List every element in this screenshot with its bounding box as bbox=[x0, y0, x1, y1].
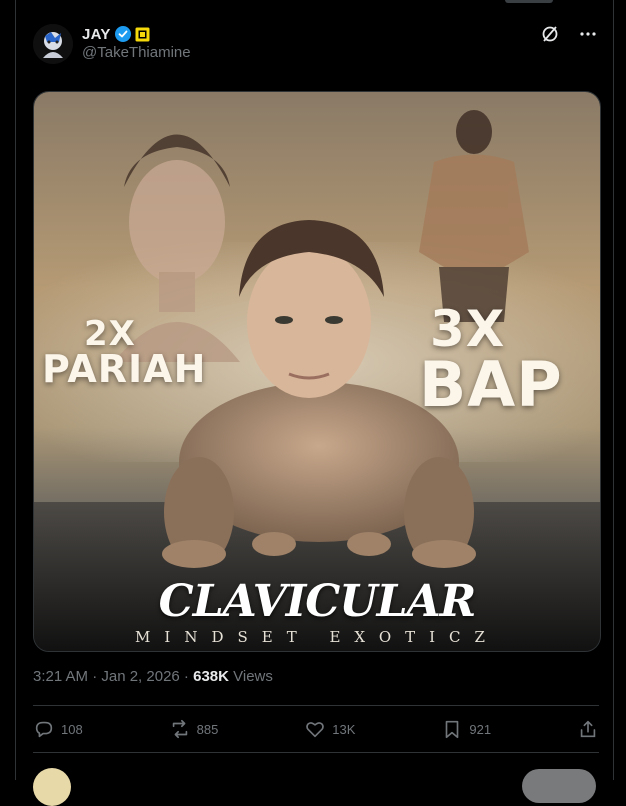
author-handle[interactable]: @TakeThiamine bbox=[82, 44, 191, 61]
repost-count: 885 bbox=[196, 721, 219, 737]
next-action-button[interactable] bbox=[522, 769, 596, 803]
reply-count: 108 bbox=[61, 721, 83, 737]
more-icon[interactable] bbox=[578, 24, 598, 44]
reply-icon bbox=[35, 721, 53, 738]
post-image[interactable]: 2X PARIAH 3X BAP CLAVICULAR MINDSET EXOT… bbox=[33, 91, 601, 652]
next-avatar[interactable] bbox=[33, 768, 71, 806]
repost-button[interactable]: 885 bbox=[169, 718, 219, 740]
poster-title: CLAVICULAR bbox=[158, 576, 477, 627]
divider bbox=[33, 752, 599, 753]
divider bbox=[33, 705, 599, 706]
avatar-image bbox=[33, 24, 73, 64]
bookmark-button[interactable]: 921 bbox=[441, 718, 491, 740]
header-actions bbox=[540, 24, 598, 44]
bookmark-count: 921 bbox=[469, 721, 492, 737]
share-icon bbox=[580, 720, 596, 738]
verified-icon bbox=[114, 26, 131, 42]
poster-subtitle: MINDSET EXOTICZ bbox=[135, 628, 499, 646]
post-meta: 3:21 AM · Jan 2, 2026 · 638K Views bbox=[33, 668, 273, 685]
heart-icon bbox=[306, 722, 325, 738]
views-count: 638K bbox=[193, 668, 229, 685]
label-3x: 3X bbox=[430, 300, 506, 358]
repost-icon bbox=[172, 719, 187, 739]
like-button[interactable]: 13K bbox=[304, 718, 355, 740]
reply-button[interactable]: 108 bbox=[33, 718, 83, 740]
like-count: 13K bbox=[332, 721, 356, 737]
label-2x: 2X bbox=[84, 314, 136, 354]
share-button[interactable] bbox=[577, 718, 599, 740]
scroll-indicator bbox=[505, 0, 553, 3]
display-name[interactable]: JAY bbox=[82, 26, 111, 43]
label-bap: BAP bbox=[419, 348, 563, 421]
action-bar: 108 885 13K 921 bbox=[33, 714, 599, 744]
author-name-row[interactable]: JAY bbox=[82, 24, 150, 44]
bookmark-icon bbox=[446, 720, 459, 739]
avatar[interactable] bbox=[33, 24, 73, 64]
grok-icon[interactable] bbox=[540, 24, 560, 44]
views-label: Views bbox=[233, 668, 273, 685]
label-pariah: PARIAH bbox=[42, 347, 207, 391]
affiliate-badge-icon[interactable] bbox=[135, 27, 150, 42]
post-timestamp[interactable]: 3:21 AM · Jan 2, 2026 · bbox=[33, 668, 189, 685]
